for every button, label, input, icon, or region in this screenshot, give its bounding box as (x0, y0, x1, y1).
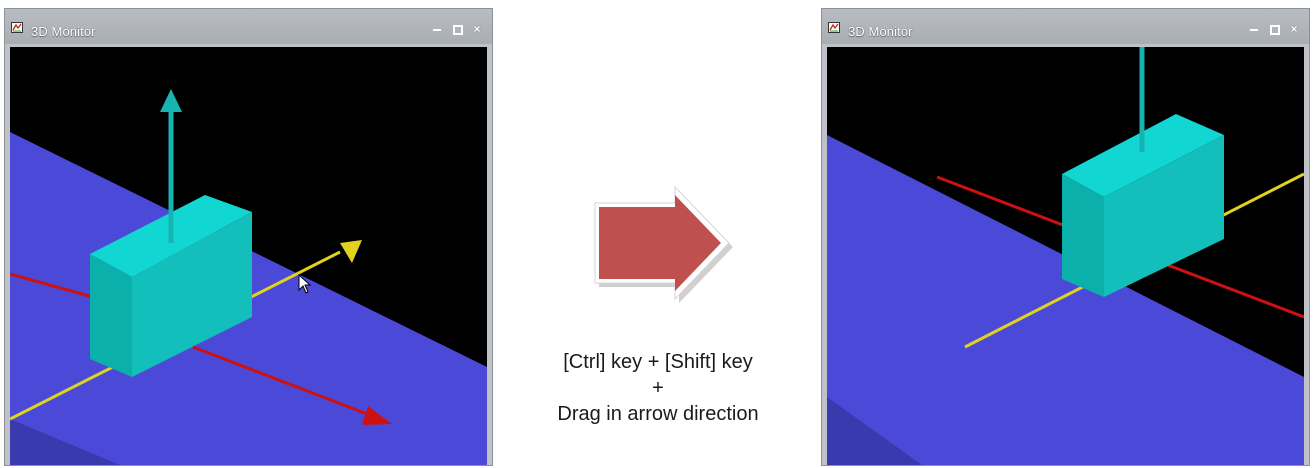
minimize-button[interactable] (430, 23, 444, 35)
instruction-line-drag: Drag in arrow direction (557, 403, 759, 425)
y-axis-arrowhead[interactable] (340, 240, 362, 263)
window-titlebar[interactable]: 3D Monitor × (822, 9, 1309, 44)
3d-scene[interactable] (827, 47, 1304, 465)
3d-monitor-window-before[interactable]: 3D Monitor × (4, 8, 493, 466)
maximize-icon (1270, 25, 1280, 35)
instruction-text: [Ctrl] key + [Shift] key + Drag in arrow… (500, 349, 816, 427)
maximize-button[interactable] (1267, 23, 1281, 35)
3d-viewport[interactable] (10, 47, 487, 465)
close-button[interactable]: × (1287, 23, 1301, 35)
instruction-line-plus: + (652, 377, 664, 399)
instruction-line-keys: [Ctrl] key + [Shift] key (563, 351, 753, 373)
3d-monitor-app-icon (828, 22, 840, 33)
minimize-button[interactable] (1247, 23, 1261, 35)
z-axis-arrowhead[interactable] (160, 89, 182, 112)
close-button[interactable]: × (470, 23, 484, 35)
minimize-icon (1250, 29, 1258, 31)
mouse-cursor-icon (298, 274, 312, 294)
window-title: 3D Monitor (848, 24, 913, 39)
arrow-right-icon (594, 185, 733, 303)
window-titlebar[interactable]: 3D Monitor × (5, 9, 492, 44)
3d-scene[interactable] (10, 47, 487, 465)
window-title: 3D Monitor (31, 24, 96, 39)
maximize-button[interactable] (450, 23, 464, 35)
maximize-icon (453, 25, 463, 35)
3d-monitor-app-icon (11, 22, 23, 33)
3d-viewport[interactable] (827, 47, 1304, 465)
minimize-icon (433, 29, 441, 31)
3d-monitor-window-after[interactable]: 3D Monitor × (821, 8, 1310, 466)
